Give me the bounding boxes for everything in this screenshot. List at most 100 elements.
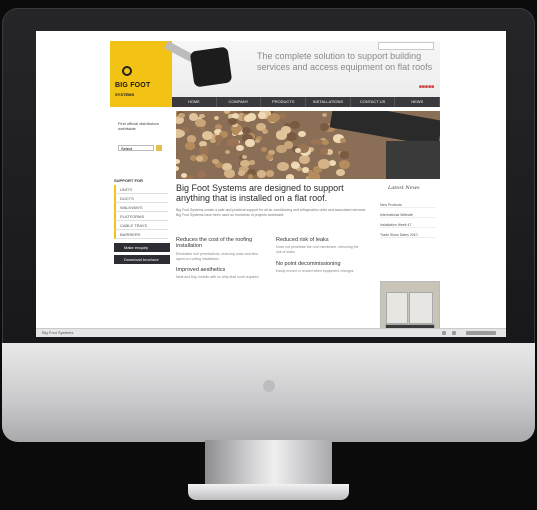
pebble-shape [198,146,209,154]
nav-contact[interactable]: CONTACT US [351,97,396,107]
apple-logo-icon [263,380,275,392]
foot-logo-icon [122,66,132,76]
news-item[interactable]: Trade Show Dates 2010 [380,233,436,238]
status-icon [452,331,456,335]
news-heading: Latest News [388,185,420,191]
go-button[interactable] [156,145,162,151]
pebble-shape [180,172,187,178]
block-text-leaks: Does not penetrate the roof membrane, re… [276,245,359,254]
pebble-shape [178,112,185,118]
support-list: UNITS DUCTS WALKWAYS PLATFORMS CABLE TRA… [114,185,168,239]
pebble-shape [254,139,260,144]
pebble-shape [295,148,301,153]
browser-statusbar: Big Foot Systems [36,328,506,337]
country-select[interactable]: Select [118,145,154,151]
pebble-shape [289,121,301,130]
pebble-shape [266,170,275,177]
search-input[interactable] [378,42,434,50]
pebble-shape [215,141,222,147]
block-title-aesthetics: Improved aesthetics [176,267,226,273]
pebble-shape [340,151,350,159]
status-icon [442,331,446,335]
nav-company[interactable]: COMPANY [217,97,262,107]
pebble-shape [320,148,329,155]
pebble-shape [237,170,245,177]
brand-name: BIG FOOT [115,82,151,89]
pebble-shape [223,168,236,179]
pebble-shape [299,155,310,164]
monitor-chin [2,343,535,442]
pebble-shape [261,129,269,135]
pebble-shape [246,113,257,121]
pebble-shape [196,170,207,179]
block-text-decommission: Easily moved or reused when equipment ch… [276,269,355,273]
pebble-shape [318,159,330,169]
support-item-walkways[interactable]: WALKWAYS [114,203,168,212]
enquiry-button[interactable]: Make enquiry [114,243,170,252]
block-title-leaks: Reduced risk of leaks [276,237,329,243]
monitor-stand-base [188,484,349,500]
support-item-ducts[interactable]: DUCTS [114,194,168,203]
screen: BIG FOOT SYSTEMS The complete solution t… [36,31,506,337]
block-text-aesthetics: Neat and tidy, installs with no dirty le… [176,275,260,279]
support-item-cable-trays[interactable]: CABLE TRAYS [114,221,168,230]
support-heading: SUPPORT FOR [114,178,143,183]
block-title-cost: Reduces the cost of the roofing installa… [176,237,253,249]
pebble-shape [336,169,345,176]
main-heading: Big Foot Systems are designed to support… [176,183,344,203]
pebble-shape [319,123,330,131]
pebble-shape [213,115,219,120]
pebble-shape [242,154,248,159]
nav-products[interactable]: PRODUCTS [261,97,307,107]
tagline: The complete solution to support buildin… [257,51,433,72]
bigfoot-product-image [189,46,233,88]
block-title-decommission: No point decommissioning [276,261,341,267]
brand-subtitle: SYSTEMS [115,92,135,97]
language-flags-icon[interactable]: ■■■■■ [419,84,434,90]
pebble-shape [322,139,329,146]
main-nav: HOME COMPANY PRODUCTS INSTALLATIONS CONT… [172,97,441,107]
intro-text: Big Foot Systems create a safe and pract… [176,208,367,217]
pebble-shape [267,115,276,122]
brochure-button[interactable]: Download brochure [114,255,170,264]
pebble-shape [321,112,328,118]
nav-news[interactable]: NEWS [395,97,441,107]
pebble-shape [176,129,185,137]
support-item-barriers[interactable]: BARRIERS [114,230,168,239]
ac-unit-image [409,292,433,324]
pebble-shape [224,150,230,155]
pebble-shape [236,144,245,152]
nav-installations[interactable]: INSTALLATIONS [306,97,351,107]
support-item-platforms[interactable]: PLATFORMS [114,212,168,221]
news-item[interactable]: New Products [380,203,436,208]
block-text-cost: Eliminates roof penetrations, reducing c… [176,252,259,261]
pebble-shape [176,165,179,171]
pebble-shape [231,129,239,135]
news-item[interactable]: Installation Week 47 [380,223,436,228]
pebble-shape [276,144,288,154]
hero-image [176,111,440,179]
pebble-shape [297,130,306,138]
support-item-units[interactable]: UNITS [114,185,168,194]
pebble-shape [260,146,268,153]
pebble-shape [339,160,351,169]
nav-home[interactable]: HOME [172,97,217,107]
pebble-shape [195,118,206,127]
pebble-shape [176,159,181,164]
pebble-shape [245,139,255,147]
pebble-shape [279,113,287,120]
distributor-label: Find official distributors worldwide [118,121,159,131]
ac-unit-image [386,292,408,324]
pebble-shape [249,159,255,165]
pebble-shape [227,137,239,148]
duct-image [386,141,440,179]
pebble-shape [198,156,204,161]
pebble-shape [256,170,267,179]
pebble-shape [185,141,195,150]
news-item[interactable]: International Website [380,213,436,218]
pebble-shape [280,125,291,134]
zoom-slider[interactable] [466,331,496,335]
pebble-shape [240,160,250,168]
brand-logo[interactable]: BIG FOOT SYSTEMS [110,41,172,107]
pebble-shape [291,162,300,169]
